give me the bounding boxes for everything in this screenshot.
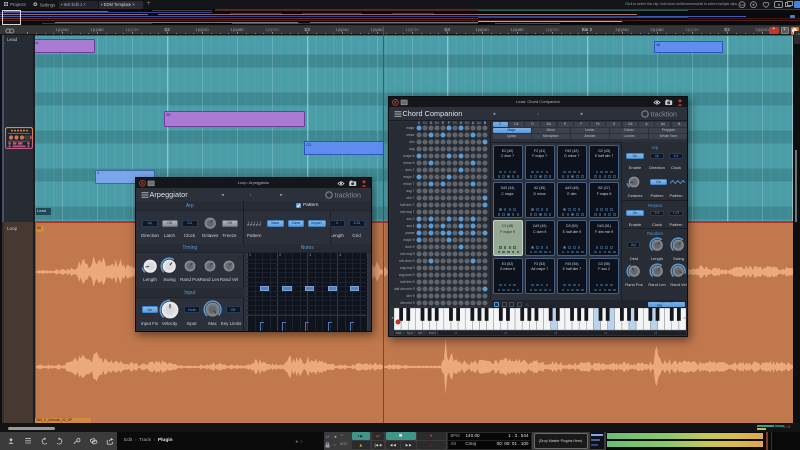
- svg-text:C2: C2: [504, 331, 508, 335]
- svg-text:C3: C3: [554, 331, 558, 335]
- svg-text:tracktion: tracktion: [335, 193, 362, 199]
- svg-text:F=2.1: F=2.1: [429, 331, 436, 335]
- svg-text:Split: Split: [396, 331, 401, 335]
- svg-text:C5: C5: [654, 331, 658, 335]
- svg-text:Sync: Sync: [407, 331, 413, 335]
- svg-text:tracktion: tracktion: [651, 112, 678, 118]
- svg-text:Vel: Vel: [418, 331, 422, 335]
- svg-text:C4: C4: [604, 331, 608, 335]
- svg-text:C1: C1: [454, 331, 458, 335]
